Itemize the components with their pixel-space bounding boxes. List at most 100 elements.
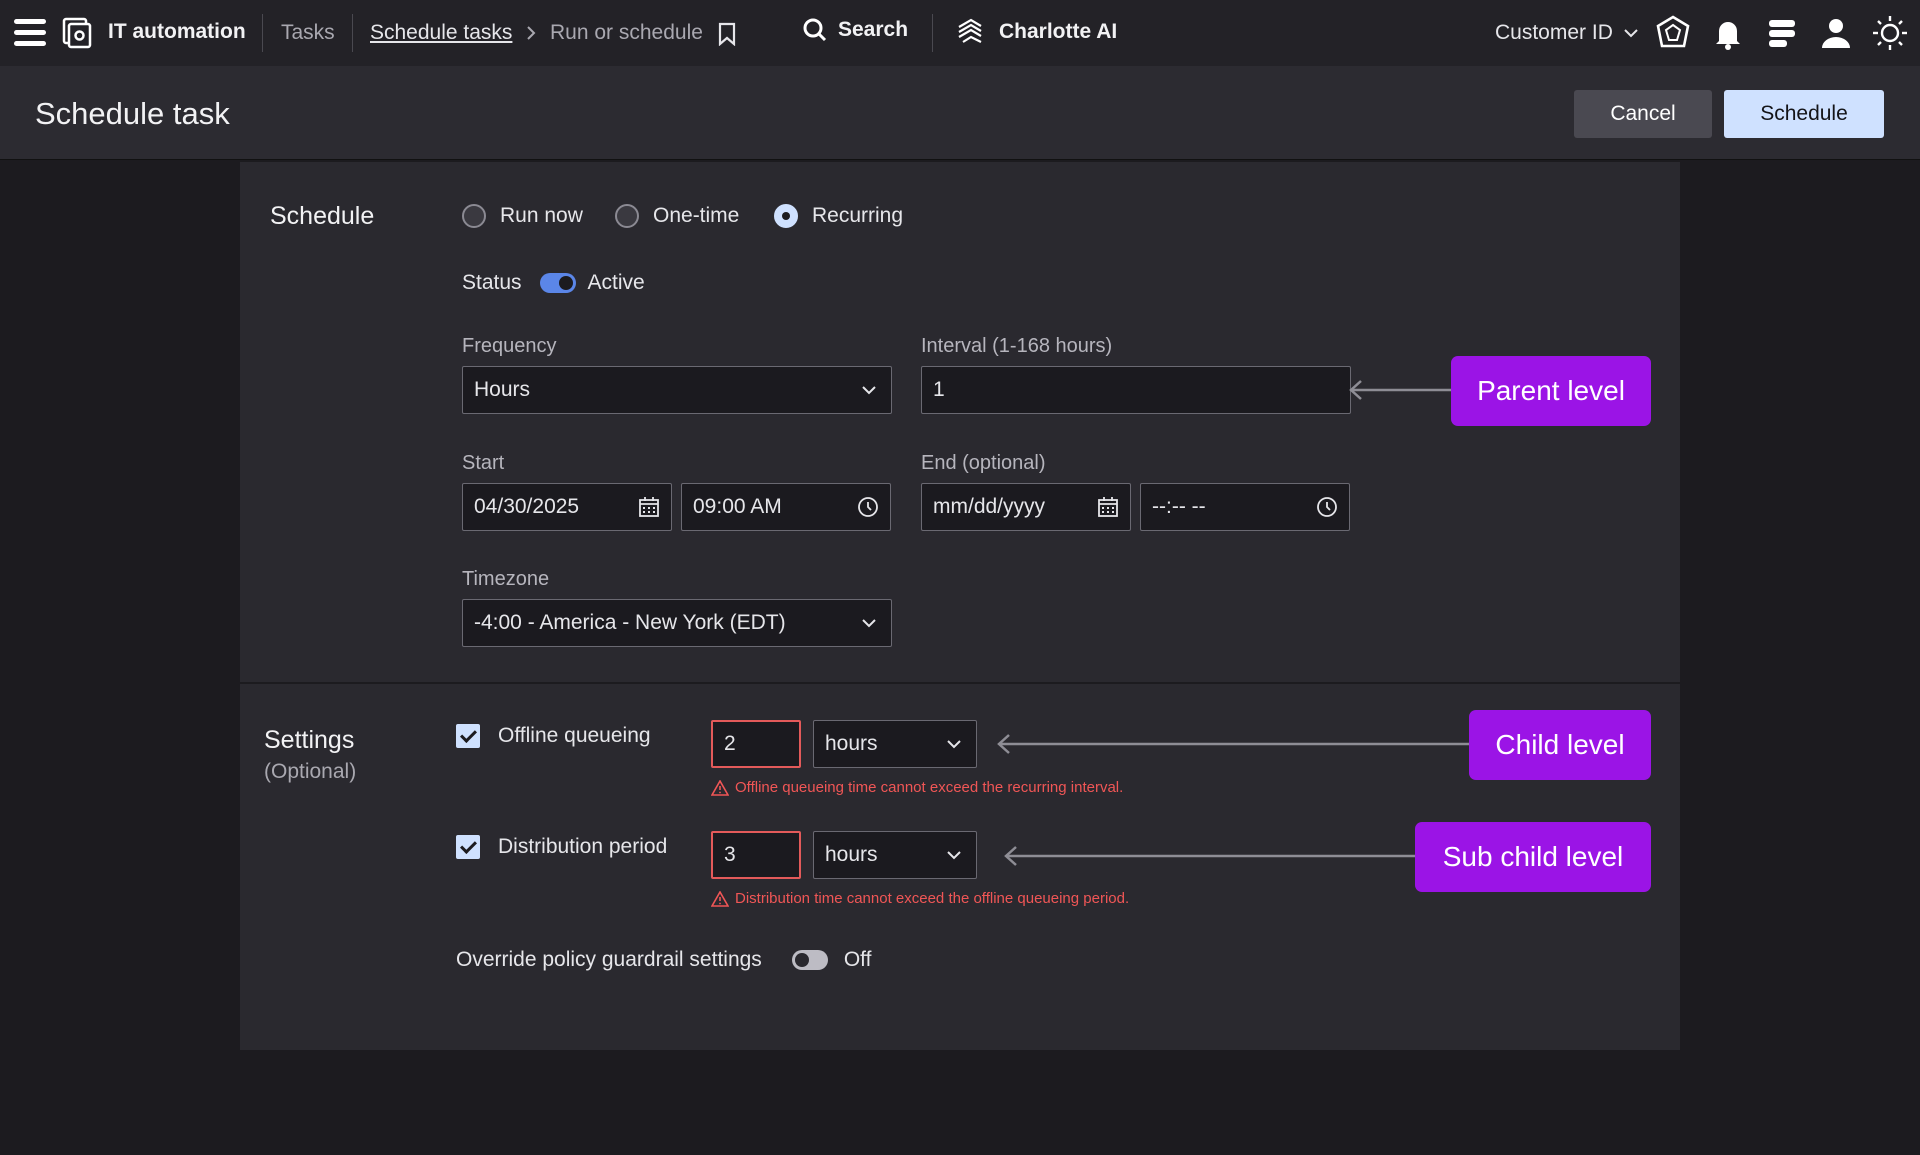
offline-queueing-checkbox[interactable] <box>456 724 480 748</box>
frequency-value: Hours <box>474 378 531 401</box>
start-date-value: 04/30/2025 <box>474 495 580 518</box>
end-time-input[interactable]: --:-- -- <box>1140 483 1350 531</box>
charlotte-ai-button[interactable]: Charlotte AI <box>955 17 1117 47</box>
chevron-down-icon <box>947 740 961 749</box>
it-automation-icon <box>62 17 92 49</box>
chevron-down-icon <box>862 619 876 628</box>
radio-label: Recurring <box>812 204 904 227</box>
radio-one-time[interactable]: One-time <box>615 204 739 228</box>
offline-queueing-error-text: Offline queueing time cannot exceed the … <box>735 779 1124 796</box>
start-time-input[interactable]: 09:00 AM <box>681 483 891 531</box>
radio-run-now[interactable]: Run now <box>462 204 583 228</box>
start-date-input[interactable]: 04/30/2025 <box>462 483 672 531</box>
offline-queueing-checkbox-row[interactable]: Offline queueing <box>456 724 651 748</box>
override-policy-toggle[interactable] <box>791 950 828 970</box>
timezone-label: Timezone <box>462 568 550 590</box>
settings-section-subtitle: (Optional) <box>264 760 357 783</box>
bell-icon[interactable] <box>1709 14 1747 52</box>
distribution-period-unit-value: hours <box>825 843 878 866</box>
calendar-icon[interactable] <box>637 495 661 519</box>
status-toggle[interactable] <box>539 273 576 293</box>
override-policy-value: Off <box>843 948 872 971</box>
end-date-input[interactable]: mm/dd/yyyy <box>921 483 1131 531</box>
distribution-period-input[interactable]: 3 <box>711 831 801 879</box>
end-time-placeholder: --:-- -- <box>1152 495 1206 518</box>
app-title[interactable]: IT automation <box>108 20 246 44</box>
search-icon <box>803 18 827 42</box>
offline-queueing-unit-select[interactable]: hours <box>813 720 977 768</box>
radio-button-selected[interactable] <box>774 204 798 228</box>
offline-queueing-label: Offline queueing <box>498 724 651 747</box>
bookmark-icon[interactable] <box>717 22 737 46</box>
customer-id-label: Customer ID <box>1495 21 1613 44</box>
sun-icon[interactable] <box>1871 14 1909 52</box>
clock-icon[interactable] <box>1315 495 1339 519</box>
divider <box>932 14 933 52</box>
override-policy-row: Override policy guardrail settings Off <box>456 948 871 972</box>
frequency-select[interactable]: Hours <box>462 366 892 414</box>
messages-icon[interactable] <box>1763 14 1801 52</box>
offline-queueing-input[interactable]: 2 <box>711 720 801 768</box>
distribution-period-checkbox-row[interactable]: Distribution period <box>456 835 667 859</box>
user-icon[interactable] <box>1817 14 1855 52</box>
chevron-down-icon <box>947 851 961 860</box>
start-time-value: 09:00 AM <box>693 495 782 518</box>
warning-icon <box>711 890 729 907</box>
callout-sub-child-level: Sub child level <box>1415 822 1651 892</box>
customer-id-dropdown[interactable]: Customer ID <box>1495 21 1639 45</box>
arrow-left-icon <box>1004 846 1418 866</box>
breadcrumb-schedule-tasks[interactable]: Schedule tasks <box>370 21 512 45</box>
distribution-period-checkbox[interactable] <box>456 835 480 859</box>
schedule-panel: Schedule Run now One-time Recurring Stat… <box>240 162 1680 1050</box>
distribution-period-value: 3 <box>724 843 736 866</box>
distribution-period-unit-select[interactable]: hours <box>813 831 977 879</box>
search-label: Search <box>838 18 909 41</box>
radio-recurring[interactable]: Recurring <box>774 204 903 228</box>
search-button[interactable]: Search <box>802 17 908 43</box>
status-label: Status <box>462 271 522 294</box>
end-date-placeholder: mm/dd/yyyy <box>933 495 1046 518</box>
radio-button[interactable] <box>462 204 486 228</box>
charlotte-ai-icon <box>958 18 982 43</box>
schedule-button[interactable]: Schedule <box>1724 90 1884 138</box>
divider <box>352 14 353 52</box>
start-label: Start <box>462 452 505 474</box>
status-value: Active <box>587 271 645 294</box>
section-divider <box>240 682 1680 684</box>
distribution-period-error-text: Distribution time cannot exceed the offl… <box>735 890 1130 907</box>
warning-icon <box>711 779 729 796</box>
interval-input[interactable]: 1 <box>921 366 1351 414</box>
cancel-button[interactable]: Cancel <box>1574 90 1712 138</box>
offline-queueing-value: 2 <box>724 732 736 755</box>
radio-label: Run now <box>500 204 583 227</box>
chevron-down-icon <box>862 386 876 395</box>
override-policy-label: Override policy guardrail settings <box>456 948 762 971</box>
calendar-icon[interactable] <box>1096 495 1120 519</box>
distribution-period-error: Distribution time cannot exceed the offl… <box>711 890 1129 907</box>
breadcrumb-current: Run or schedule <box>550 21 703 44</box>
arrow-left-icon <box>1349 380 1456 400</box>
page-title: Schedule task <box>35 96 230 131</box>
divider <box>262 14 263 52</box>
interval-value: 1 <box>933 378 945 401</box>
shield-icon[interactable] <box>1654 14 1692 52</box>
top-navigation-bar: IT automation Tasks Schedule tasks Run o… <box>0 0 1920 66</box>
charlotte-ai-label: Charlotte AI <box>999 20 1118 43</box>
frequency-label: Frequency <box>462 335 557 357</box>
clock-icon[interactable] <box>856 495 880 519</box>
status-row: Status Active <box>462 271 645 295</box>
radio-button[interactable] <box>615 204 639 228</box>
page-header: Schedule task Cancel Schedule <box>0 66 1920 160</box>
breadcrumb-tasks[interactable]: Tasks <box>281 21 335 45</box>
hamburger-menu-icon[interactable] <box>14 19 46 47</box>
offline-queueing-error: Offline queueing time cannot exceed the … <box>711 779 1123 796</box>
chevron-right-icon <box>527 26 536 40</box>
end-label: End (optional) <box>921 452 1046 474</box>
timezone-value: -4:00 - America - New York (EDT) <box>474 611 786 634</box>
chevron-down-icon <box>1624 29 1638 38</box>
offline-queueing-unit-value: hours <box>825 732 878 755</box>
radio-label: One-time <box>653 204 740 227</box>
timezone-select[interactable]: -4:00 - America - New York (EDT) <box>462 599 892 647</box>
settings-section-title: Settings <box>264 726 355 754</box>
arrow-left-icon <box>997 734 1470 754</box>
